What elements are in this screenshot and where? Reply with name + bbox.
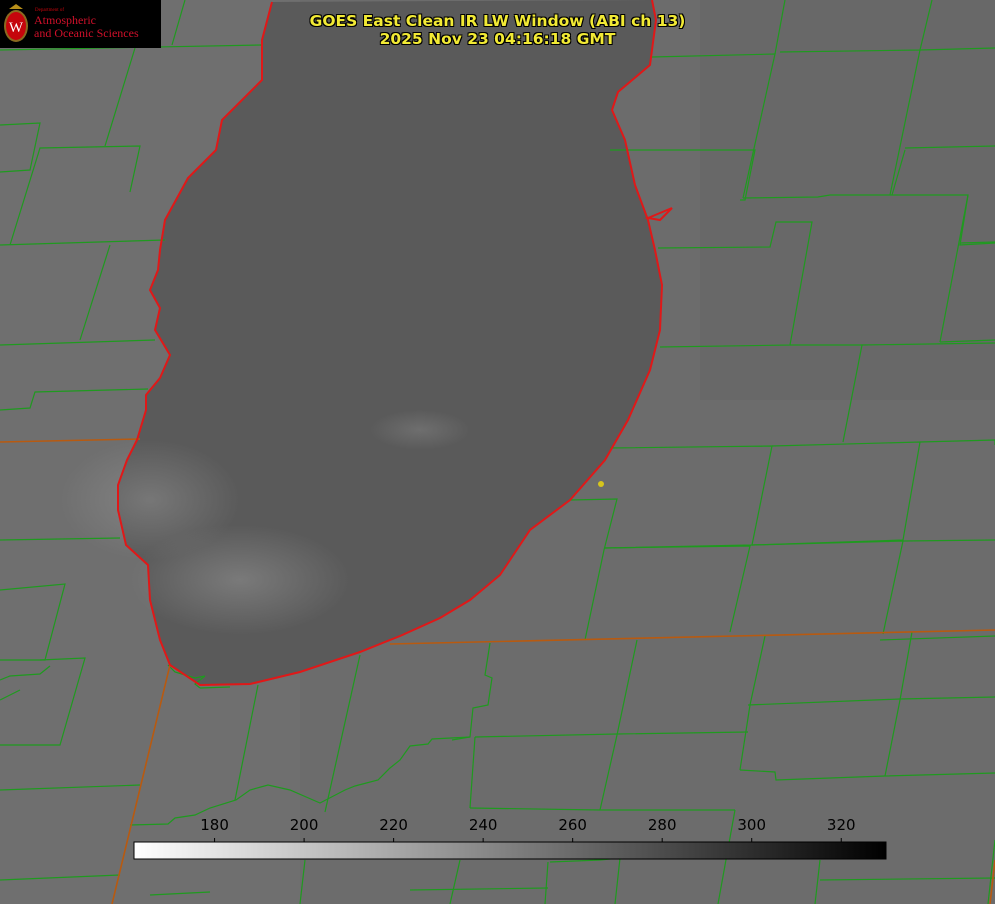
satellite-image-viewer: 180 200 220 240 260 280 300 320 W Department of…	[0, 0, 995, 904]
colorbar-tick-label: 260	[558, 816, 587, 834]
colorbar-tick-label: 280	[648, 816, 677, 834]
colorbar-gradient	[133, 841, 887, 860]
colorbar-tick-label: 220	[379, 816, 408, 834]
station-marker	[598, 481, 604, 487]
title-product: GOES East Clean IR LW Window (ABI ch 13)	[309, 12, 686, 30]
colorbar-tick-label: 240	[469, 816, 498, 834]
title-timestamp: 2025 Nov 23 04:16:18 GMT	[379, 30, 616, 48]
colorbar-tick-label: 200	[290, 816, 319, 834]
colorbar-tick-label: 180	[200, 816, 229, 834]
ir-satellite-map: 180 200 220 240 260 280 300 320	[0, 0, 995, 904]
colorbar-tick-label: 300	[737, 816, 766, 834]
colorbar-tick-label: 320	[827, 816, 856, 834]
image-title: GOES East Clean IR LW Window (ABI ch 13)…	[0, 12, 995, 48]
